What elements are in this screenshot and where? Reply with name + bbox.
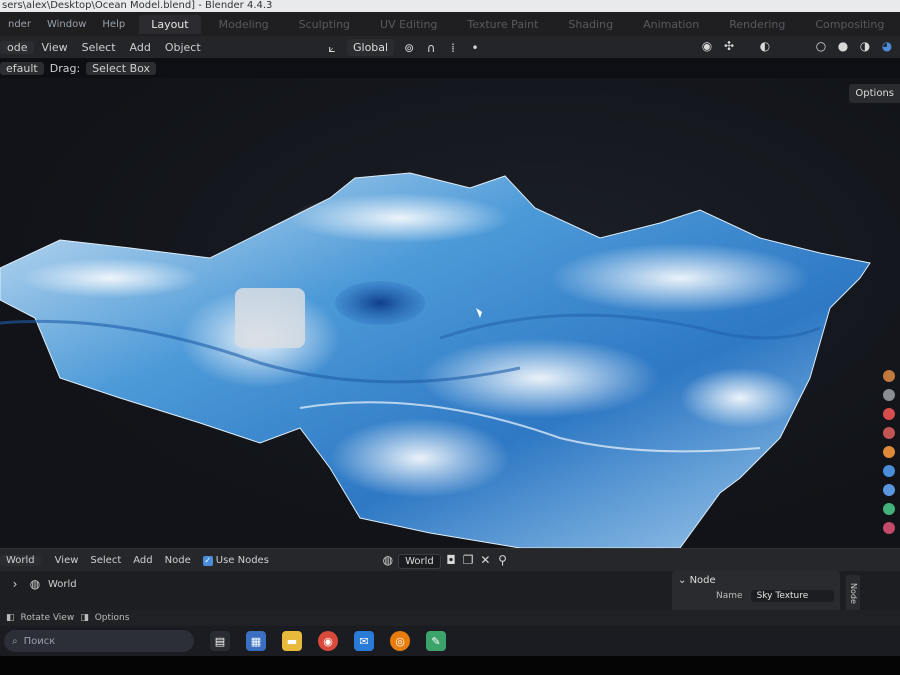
shader-type-dropdown[interactable]: World — [0, 554, 41, 566]
use-nodes-toggle[interactable]: ✓ Use Nodes — [197, 555, 275, 566]
shading-rendered-icon[interactable]: ◕ — [880, 39, 894, 53]
shading-material-icon[interactable]: ◑ — [858, 39, 872, 53]
object-cube — [235, 288, 305, 348]
viewport-header: ode View Select Add Object ⟀ Global ⊚ ∩ … — [0, 36, 900, 58]
output-properties-icon[interactable] — [883, 389, 895, 401]
node-menu-select[interactable]: Select — [84, 555, 127, 566]
mouse-right-icon: ◨ — [80, 613, 89, 623]
use-nodes-label: Use Nodes — [215, 554, 269, 566]
status-rotate-view: Rotate View — [20, 613, 75, 623]
menu-help[interactable]: Help — [94, 19, 133, 30]
task-view-icon[interactable]: ▤ — [210, 631, 230, 651]
world-icon: ◍ — [29, 577, 41, 591]
viewport-display-tools: ◉ ✣ ◐ ○ ● ◑ ◕ — [700, 39, 894, 53]
physics-properties-icon[interactable] — [883, 484, 895, 496]
pin-icon[interactable]: ⚲ — [496, 553, 510, 567]
tab-modeling[interactable]: Modeling — [207, 15, 281, 34]
shading-wireframe-icon[interactable]: ○ — [814, 39, 828, 53]
node-menu-node[interactable]: Node — [159, 555, 197, 566]
search-placeholder: Поиск — [23, 635, 56, 647]
visibility-icon[interactable]: ◉ — [700, 39, 714, 53]
tab-texture-paint[interactable]: Texture Paint — [455, 15, 550, 34]
menu-select[interactable]: Select — [75, 41, 123, 54]
monitor-bezel — [0, 656, 900, 675]
menu-file[interactable]: nder — [0, 19, 39, 30]
node-editor-header: World View Select Add Node ✓ Use Nodes ◍ … — [0, 549, 900, 571]
mouse-icon: ◧ — [6, 613, 15, 623]
check-icon: ✓ — [202, 555, 213, 566]
drag-dropdown[interactable]: Select Box — [86, 61, 157, 75]
3d-viewport[interactable] — [0, 78, 900, 548]
node-name-row: Name Sky Texture — [672, 590, 840, 602]
properties-tab-strip — [878, 370, 900, 534]
ocean-render — [0, 172, 871, 548]
menu-view[interactable]: View — [34, 41, 74, 54]
tab-sculpting[interactable]: Sculpting — [287, 15, 362, 34]
file-explorer-icon[interactable]: ▬ — [282, 631, 302, 651]
proportional-edit-icon[interactable]: • — [468, 41, 482, 55]
chevron-right-icon[interactable]: › — [8, 577, 22, 591]
world-selector: ◍ World ◘ ❐ ✕ ⚲ — [375, 553, 516, 569]
modifier-properties-icon[interactable] — [883, 465, 895, 477]
gizmo-icon[interactable]: ✣ — [722, 39, 736, 53]
tab-rendering[interactable]: Rendering — [717, 15, 797, 34]
status-options: Options — [94, 613, 130, 623]
tree-item-label: World — [48, 578, 77, 590]
mode-dropdown[interactable]: ode — [0, 40, 35, 54]
name-label: Name — [716, 591, 743, 601]
store-icon[interactable]: ▦ — [246, 631, 266, 651]
tab-compositing[interactable]: Compositing — [803, 15, 896, 34]
window-title: sers\alex\Desktop\Ocean Model.blend] - B… — [0, 0, 900, 12]
world-name-field[interactable]: World — [398, 554, 441, 569]
tab-layout[interactable]: Layout — [139, 14, 201, 34]
shader-node-editor: World View Select Add Node ✓ Use Nodes ◍ … — [0, 548, 900, 618]
fake-user-icon[interactable]: ◘ — [444, 553, 458, 567]
overlay-icon[interactable]: ◐ — [758, 39, 772, 53]
tab-uv-editing[interactable]: UV Editing — [368, 15, 449, 34]
duplicate-icon[interactable]: ❐ — [461, 553, 475, 567]
blender-icon[interactable]: ◎ — [390, 631, 410, 651]
workspace-tabs: Layout Modeling Sculpting UV Editing Tex… — [133, 14, 900, 34]
constraints-properties-icon[interactable] — [883, 503, 895, 515]
pivot-icon[interactable]: ⊚ — [402, 41, 416, 55]
chrome-icon[interactable]: ◉ — [318, 631, 338, 651]
shading-solid-icon[interactable]: ● — [836, 39, 850, 53]
menu-window[interactable]: Window — [39, 19, 94, 30]
world-properties-icon[interactable] — [883, 427, 895, 439]
viewport-tool-settings: efault Drag: Select Box — [0, 58, 900, 78]
node-menu-add[interactable]: Add — [127, 555, 158, 566]
render-properties-icon[interactable] — [883, 370, 895, 382]
tab-shading[interactable]: Shading — [556, 15, 625, 34]
tree-item-world[interactable]: › ◍ World — [8, 577, 77, 591]
search-icon: ⌕ — [12, 635, 18, 647]
orientation-dropdown[interactable]: Global — [347, 39, 395, 56]
default-dropdown[interactable]: efault — [0, 61, 44, 75]
texture-properties-icon[interactable] — [883, 522, 895, 534]
transform-orientation-icon: ⟀ — [328, 40, 336, 55]
snap-icon[interactable]: ∩ — [424, 41, 438, 55]
sidebar-tab-node[interactable]: Node — [846, 575, 860, 611]
tab-animation[interactable]: Animation — [631, 15, 711, 34]
menu-add[interactable]: Add — [123, 41, 158, 54]
taskbar-search[interactable]: ⌕ Поиск — [4, 630, 194, 652]
notepad-icon[interactable]: ✎ — [426, 631, 446, 651]
scene-properties-icon[interactable] — [883, 408, 895, 420]
node-panel-title: Node — [689, 575, 716, 586]
node-menu-view[interactable]: View — [49, 555, 85, 566]
menu-object[interactable]: Object — [158, 41, 208, 54]
outlook-icon[interactable]: ✉ — [354, 631, 374, 651]
snap-increment-icon[interactable]: ⁞ — [446, 41, 460, 55]
transform-tools: ⟀ Global ⊚ ∩ ⁞ • — [325, 39, 482, 56]
options-button[interactable]: Options — [849, 84, 900, 103]
object-properties-icon[interactable] — [883, 446, 895, 458]
top-menubar: nder Window Help Layout Modeling Sculpti… — [0, 12, 900, 36]
node-name-field[interactable]: Sky Texture — [750, 590, 834, 602]
windows-taskbar: ⌕ Поиск ▤ ▦ ▬ ◉ ✉ ◎ ✎ — [0, 626, 900, 656]
drag-label: Drag: — [49, 61, 81, 75]
world-icon: ◍ — [382, 553, 394, 567]
status-bar: ◧ Rotate View ◨ Options — [0, 610, 900, 626]
node-panel-header[interactable]: ⌄ Node — [672, 571, 840, 590]
unlink-icon[interactable]: ✕ — [478, 553, 492, 567]
